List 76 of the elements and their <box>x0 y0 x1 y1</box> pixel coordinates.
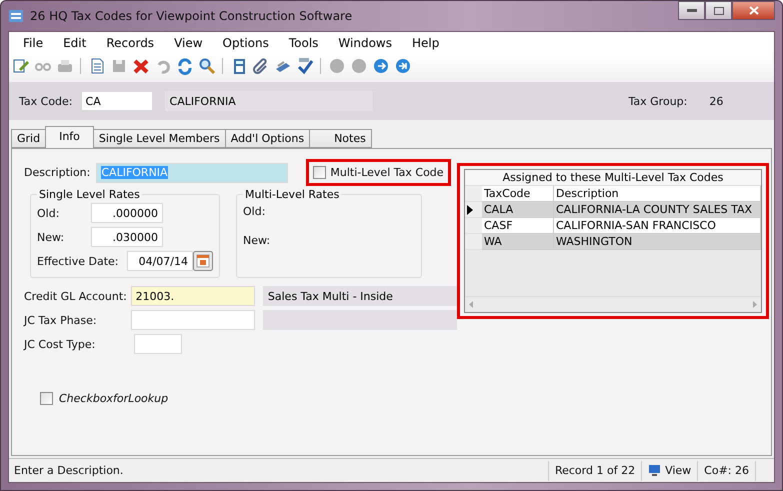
old-rate-field[interactable]: .000000 <box>91 203 163 223</box>
field-label: Description: <box>24 166 90 179</box>
credit-gl-field[interactable]: 21003. <box>130 286 255 306</box>
tab[interactable]: Grid <box>11 129 46 148</box>
menu-item[interactable]: Options <box>216 36 277 50</box>
new-rate-field[interactable]: .030000 <box>91 227 163 247</box>
close-button[interactable] <box>732 1 775 20</box>
menu-item[interactable]: Tools <box>282 36 326 50</box>
scroll-left-icon[interactable] <box>469 301 473 308</box>
row-pointer-icon <box>467 204 473 214</box>
tab[interactable]: Add'l Options <box>224 129 310 148</box>
search-icon[interactable] <box>198 57 216 75</box>
field-label: New: <box>37 230 66 244</box>
row-header[interactable] <box>465 202 482 218</box>
date-field[interactable]: 04/07/14 <box>127 251 193 271</box>
app-icon <box>8 8 24 24</box>
field-label: Tax Code: <box>19 94 73 108</box>
selected-text: CALIFORNIA <box>101 166 168 179</box>
tab[interactable]: Notes <box>309 129 372 148</box>
field-label: JC Cost Type: <box>24 338 96 350</box>
field-label: Tax Group: <box>628 94 688 108</box>
checkbox[interactable] <box>313 166 326 179</box>
menu-item[interactable]: File <box>17 36 52 50</box>
group-title: Single Level Rates <box>38 188 141 201</box>
next-record-icon[interactable] <box>372 57 390 75</box>
jc-cost-type-field[interactable] <box>134 334 182 354</box>
grid-title: Assigned to these Multi-Level Tax Codes <box>465 170 761 186</box>
field-label: Credit GL Account: <box>24 290 128 302</box>
status-message: Enter a Description. <box>13 464 124 477</box>
checkbox-label: CheckboxforLookup <box>59 392 168 405</box>
delete-icon[interactable] <box>132 57 150 75</box>
group-title: Multi-Level Rates <box>244 188 340 201</box>
gl-description-field: Sales Tax Multi - Inside <box>262 286 457 306</box>
window-title: 26 HQ Tax Codes for Viewpoint Construction Software <box>30 9 352 23</box>
spell-check-icon[interactable] <box>296 57 314 75</box>
maximize-button[interactable] <box>705 1 732 20</box>
field-label: New: <box>243 234 272 247</box>
tax-code-field[interactable]: CA <box>80 91 153 111</box>
table-cell: WA <box>482 234 554 250</box>
checkbox-label: Multi-Level Tax Code <box>330 166 444 179</box>
jc-tax-phase-field[interactable] <box>130 310 255 330</box>
paperclip-icon[interactable] <box>252 57 270 75</box>
tab[interactable]: Single Level Members <box>92 129 226 148</box>
tab[interactable]: Info <box>45 126 94 148</box>
column-header[interactable]: Description <box>554 186 761 202</box>
menu-item[interactable]: Windows <box>332 36 400 50</box>
close-icon <box>748 6 758 15</box>
tax-code-name-field: CALIFORNIA <box>164 91 373 111</box>
menu-item[interactable]: Help <box>406 36 448 50</box>
record-count: Record 1 of 22 <box>554 464 636 477</box>
table-cell: CALA <box>482 202 554 218</box>
table-cell: CALIFORNIA-LA COUNTY SALES TAX <box>554 202 761 218</box>
table-cell: CASF <box>482 218 554 234</box>
table-cell: WASHINGTON <box>554 234 761 250</box>
tax-group-value: 26 <box>709 94 724 108</box>
scroll-right-icon[interactable] <box>753 301 757 308</box>
checkbox[interactable] <box>40 392 53 405</box>
menu-item[interactable]: Records <box>100 36 162 50</box>
menu-item[interactable]: View <box>168 36 211 50</box>
menu-item[interactable]: Edit <box>57 36 94 50</box>
table-cell: CALIFORNIA-SAN FRANCISCO <box>554 218 761 234</box>
field-label: JC Tax Phase: <box>24 314 98 326</box>
mode-label: View <box>665 464 692 477</box>
refresh-icon[interactable] <box>176 57 194 75</box>
calendar-icon[interactable] <box>193 251 213 271</box>
maximize-icon <box>714 6 724 14</box>
column-header[interactable]: TaxCode <box>482 186 554 202</box>
last-record-icon[interactable] <box>394 57 412 75</box>
field-label: Old: <box>37 206 60 220</box>
edit-icon[interactable] <box>12 57 30 75</box>
monitor-icon <box>648 464 662 477</box>
minimize-icon <box>686 8 696 12</box>
field-label: Effective Date: <box>37 254 120 268</box>
company-label: Co#: 26 <box>704 464 749 477</box>
field-label: Old: <box>243 205 266 218</box>
minimize-button[interactable] <box>678 1 705 20</box>
